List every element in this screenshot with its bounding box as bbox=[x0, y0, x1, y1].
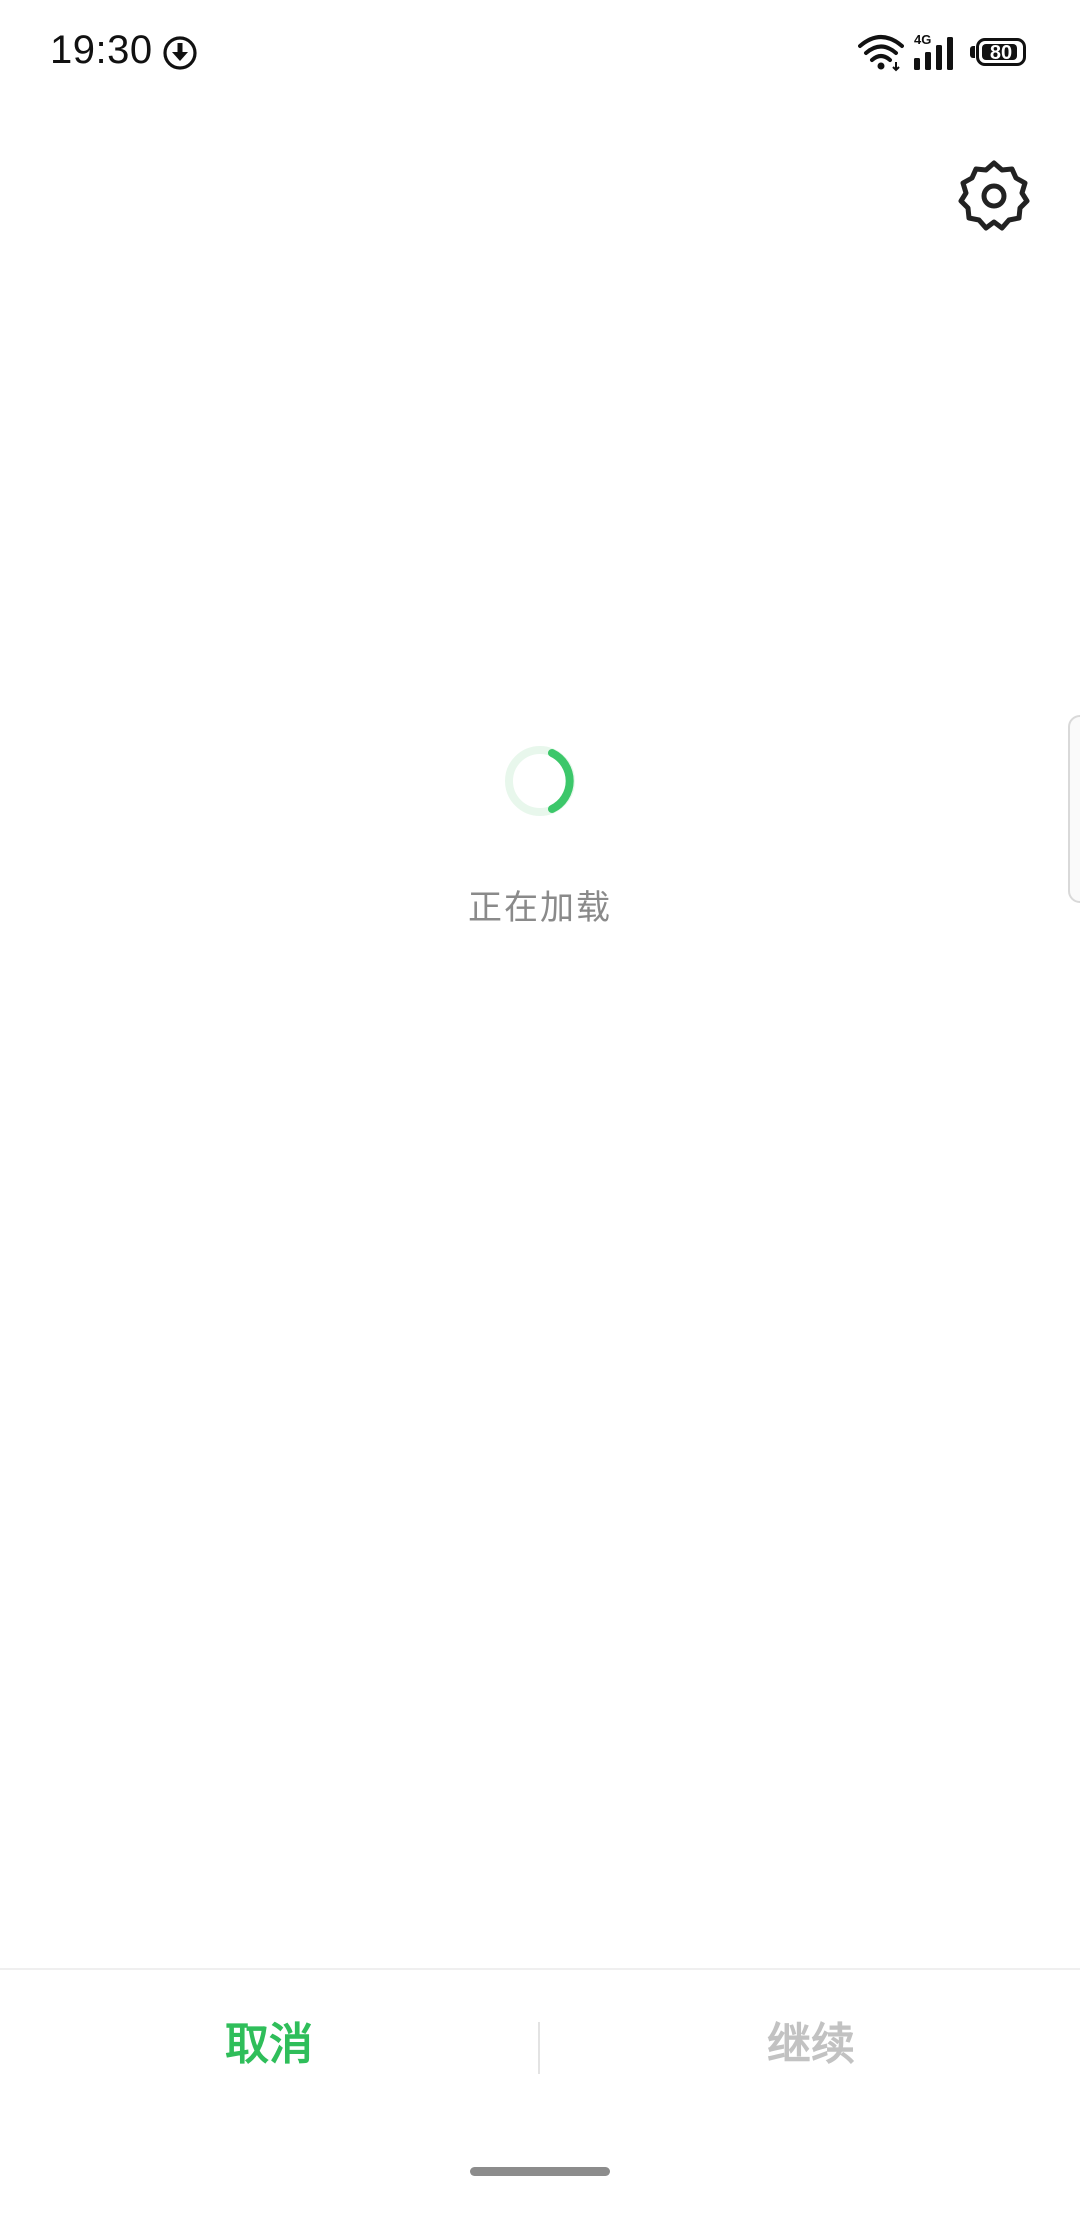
gear-icon bbox=[958, 160, 1030, 231]
wifi-icon bbox=[858, 35, 904, 72]
home-indicator[interactable] bbox=[470, 2167, 610, 2176]
loading-text: 正在加载 bbox=[468, 888, 612, 928]
network-type-label: 4G bbox=[914, 32, 931, 47]
screen: 19:30 4G 80 正在加载 取消 继续 bbox=[0, 0, 1080, 2220]
battery-indicator: 80 bbox=[970, 38, 1030, 68]
status-time: 19:30 bbox=[50, 28, 153, 72]
cellular-signal-icon: 4G bbox=[914, 32, 953, 70]
cancel-button[interactable]: 取消 bbox=[0, 1970, 538, 2120]
bottom-action-bar: 取消 继续 bbox=[0, 1968, 1080, 2118]
download-circle-icon bbox=[163, 36, 197, 70]
settings-button[interactable] bbox=[956, 158, 1032, 234]
button-divider bbox=[538, 2022, 540, 2074]
status-bar: 19:30 4G 80 bbox=[0, 0, 1080, 110]
side-drawer-handle[interactable] bbox=[1068, 715, 1080, 903]
continue-button[interactable]: 继续 bbox=[542, 1970, 1080, 2120]
loading-spinner bbox=[505, 746, 575, 816]
battery-level: 80 bbox=[989, 42, 1013, 64]
